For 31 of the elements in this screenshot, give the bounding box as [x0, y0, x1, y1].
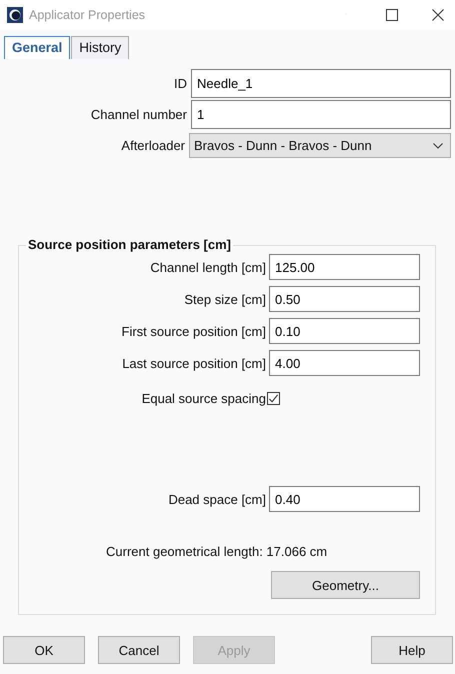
input-field[interactable]: 4.00 [269, 350, 420, 376]
input-field[interactable]: 125.00 [269, 254, 420, 280]
dialog-button[interactable]: Cancel [98, 636, 180, 664]
dialog-button[interactable]: OK [3, 636, 85, 664]
window-title: Applicator Properties [29, 8, 146, 22]
field-label: Afterloader [121, 138, 185, 153]
afterloader-dropdown[interactable]: Bravos - Dunn - Bravos - Dunn [189, 133, 451, 158]
app-icon [7, 7, 23, 23]
chevron-down-icon [433, 142, 443, 148]
geometry-button[interactable]: Geometry... [271, 571, 420, 599]
field-label: ID [174, 76, 187, 90]
input-field[interactable]: 0.10 [269, 318, 420, 344]
tab[interactable]: General [4, 36, 70, 59]
input-field[interactable]: 0.40 [269, 486, 420, 512]
tab[interactable]: History [71, 36, 130, 59]
field-label: Dead space [cm] [167, 492, 266, 506]
field-label: Equal source spacing [140, 391, 266, 406]
field-label: Channel length [cm] [149, 260, 266, 274]
input-field[interactable]: 0.50 [269, 286, 420, 312]
dialog-button[interactable]: Help [371, 636, 453, 664]
field-label: Step size [cm] [183, 292, 266, 306]
group-title: Source position parameters [cm] [26, 237, 233, 252]
input-field[interactable]: 1 [191, 100, 451, 128]
geometrical-length-text: Current geometrical length: 17.066 cm [106, 544, 328, 559]
field-label: Last source position [cm] [121, 356, 266, 370]
field-label: First source position [cm] [120, 324, 266, 338]
maximize-icon[interactable] [386, 9, 398, 21]
field-label: Channel number [90, 106, 187, 122]
input-field[interactable]: Needle_1 [191, 68, 451, 98]
checkbox[interactable] [267, 392, 280, 405]
close-icon[interactable] [432, 9, 444, 21]
